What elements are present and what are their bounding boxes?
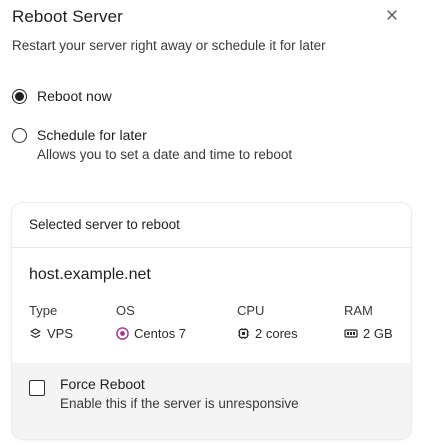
force-reboot-option[interactable]: Force Reboot Enable this if the server i… xyxy=(12,363,411,439)
spec-os-value: Centos 7 xyxy=(134,326,187,341)
spec-type: Type VPS xyxy=(29,303,73,341)
server-hostname: host.example.net xyxy=(29,266,151,283)
spec-type-label: Type xyxy=(29,303,58,318)
spec-cpu-label: CPU xyxy=(237,303,265,318)
selected-server-card: Selected server to reboot host.example.n… xyxy=(12,203,411,439)
spec-type-value: VPS xyxy=(47,326,74,341)
spec-cpu-value: 2 cores xyxy=(255,326,298,341)
ram-icon xyxy=(344,329,358,338)
spec-cpu: CPU 2 cores xyxy=(237,303,298,341)
reboot-now-option[interactable]: Reboot now xyxy=(12,88,112,105)
force-reboot-label: Force Reboot xyxy=(60,376,145,392)
selected-server-header: Selected server to reboot xyxy=(12,203,411,248)
spec-ram-label: RAM xyxy=(344,303,373,318)
schedule-later-label: Schedule for later xyxy=(37,127,147,143)
reboot-server-dialog: Reboot Server Restart your server right … xyxy=(0,0,423,446)
dialog-title: Reboot Server xyxy=(12,7,123,26)
spec-ram-value: 2 GB xyxy=(363,326,393,341)
vps-icon xyxy=(30,328,41,339)
dialog-subtitle: Restart your server right away or schedu… xyxy=(12,38,326,53)
schedule-later-option[interactable]: Schedule for later Allows you to set a d… xyxy=(12,127,292,163)
spec-ram: RAM 2 GB xyxy=(344,303,393,341)
centos-icon xyxy=(116,327,129,340)
force-reboot-description: Enable this if the server is unresponsiv… xyxy=(60,396,299,411)
reboot-now-radio[interactable] xyxy=(12,89,27,104)
schedule-later-radio[interactable] xyxy=(12,128,27,143)
spec-os: OS Centos 7 xyxy=(116,303,186,341)
reboot-now-label: Reboot now xyxy=(37,88,112,104)
close-icon[interactable] xyxy=(385,8,399,22)
force-reboot-checkbox[interactable] xyxy=(29,380,45,396)
schedule-later-description: Allows you to set a date and time to reb… xyxy=(37,147,293,162)
spec-os-label: OS xyxy=(116,303,135,318)
cpu-icon xyxy=(238,328,249,339)
